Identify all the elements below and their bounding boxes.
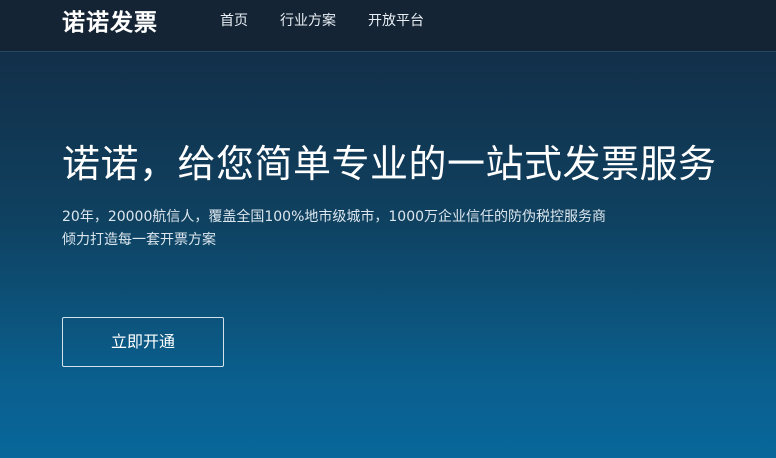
hero-title: 诺诺，给您简单专业的一站式发票服务: [62, 142, 717, 186]
nav-item-industry-solutions[interactable]: 行业方案: [280, 10, 336, 32]
hero-description-line-1: 20年，20000航信人，覆盖全国100%地市级城市，1000万企业信任的防伪税…: [62, 209, 607, 225]
hero-description-line-2: 倾力打造每一套开票方案: [62, 232, 216, 248]
top-navigation-bar: 诺诺发票 首页 行业方案 开放平台: [0, 0, 776, 52]
activate-now-button[interactable]: 立即开通: [62, 317, 224, 367]
brand-logo[interactable]: 诺诺发票: [62, 8, 158, 38]
nav-item-open-platform[interactable]: 开放平台: [368, 10, 424, 32]
hero-description: 20年，20000航信人，覆盖全国100%地市级城市，1000万企业信任的防伪税…: [62, 206, 722, 252]
main-nav: 首页 行业方案 开放平台: [220, 10, 456, 32]
nav-item-home[interactable]: 首页: [220, 10, 248, 32]
